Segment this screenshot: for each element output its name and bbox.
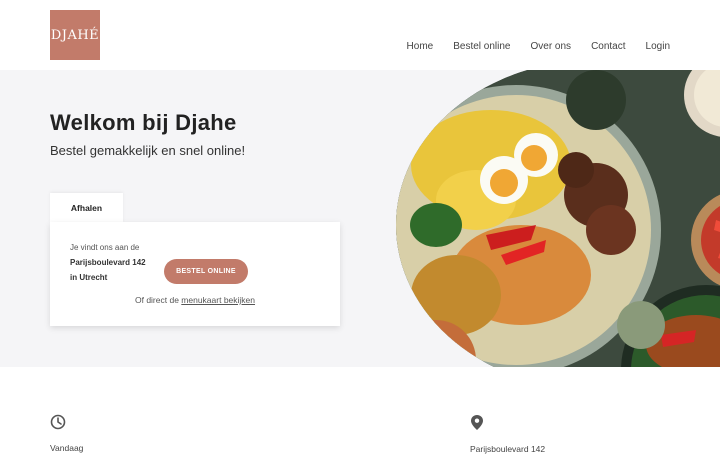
hours-label: Vandaag <box>50 443 84 453</box>
food-image <box>396 70 720 367</box>
order-card: Je vindt ons aan de Parijsboulevard 142 … <box>50 222 340 326</box>
tab-pickup[interactable]: Afhalen <box>50 193 123 223</box>
order-online-button[interactable]: BESTEL ONLINE <box>164 259 248 284</box>
location-label: Parijsboulevard 142 <box>470 444 546 454</box>
hero-section: Welkom bij Djahe Bestel gemakkelijk en s… <box>0 70 720 367</box>
address-street: Parijsboulevard 142 <box>70 258 146 267</box>
clock-icon <box>50 414 66 430</box>
menu-line: Of direct de menukaart bekijken <box>50 295 340 305</box>
site-header: DJAHÉ Home Bestel online Over ons Contac… <box>0 0 720 70</box>
nav-login[interactable]: Login <box>646 41 670 52</box>
hero-subtitle: Bestel gemakkelijk en snel online! <box>50 143 246 158</box>
location-info: Parijsboulevard 142 <box>470 414 545 454</box>
address-block: Je vindt ons aan de Parijsboulevard 142 … <box>70 240 146 285</box>
menu-link[interactable]: menukaart bekijken <box>181 295 255 305</box>
nav-contact[interactable]: Contact <box>591 41 625 52</box>
hero-title: Welkom bij Djahe <box>50 110 237 135</box>
address-city: in Utrecht <box>70 273 108 282</box>
logo[interactable]: DJAHÉ <box>50 10 100 60</box>
opening-hours: Vandaag <box>50 414 83 453</box>
location-pin-icon <box>471 415 483 430</box>
nav-about[interactable]: Over ons <box>530 41 571 52</box>
food-illustration <box>396 70 720 367</box>
nav-order-online[interactable]: Bestel online <box>453 41 510 52</box>
address-intro: Je vindt ons aan de <box>70 243 140 252</box>
logo-text: DJAHÉ <box>50 27 100 43</box>
menu-prefix: Of direct de <box>134 295 179 305</box>
main-nav: Home Bestel online Over ons Contact Logi… <box>407 41 670 52</box>
nav-home[interactable]: Home <box>407 41 434 52</box>
